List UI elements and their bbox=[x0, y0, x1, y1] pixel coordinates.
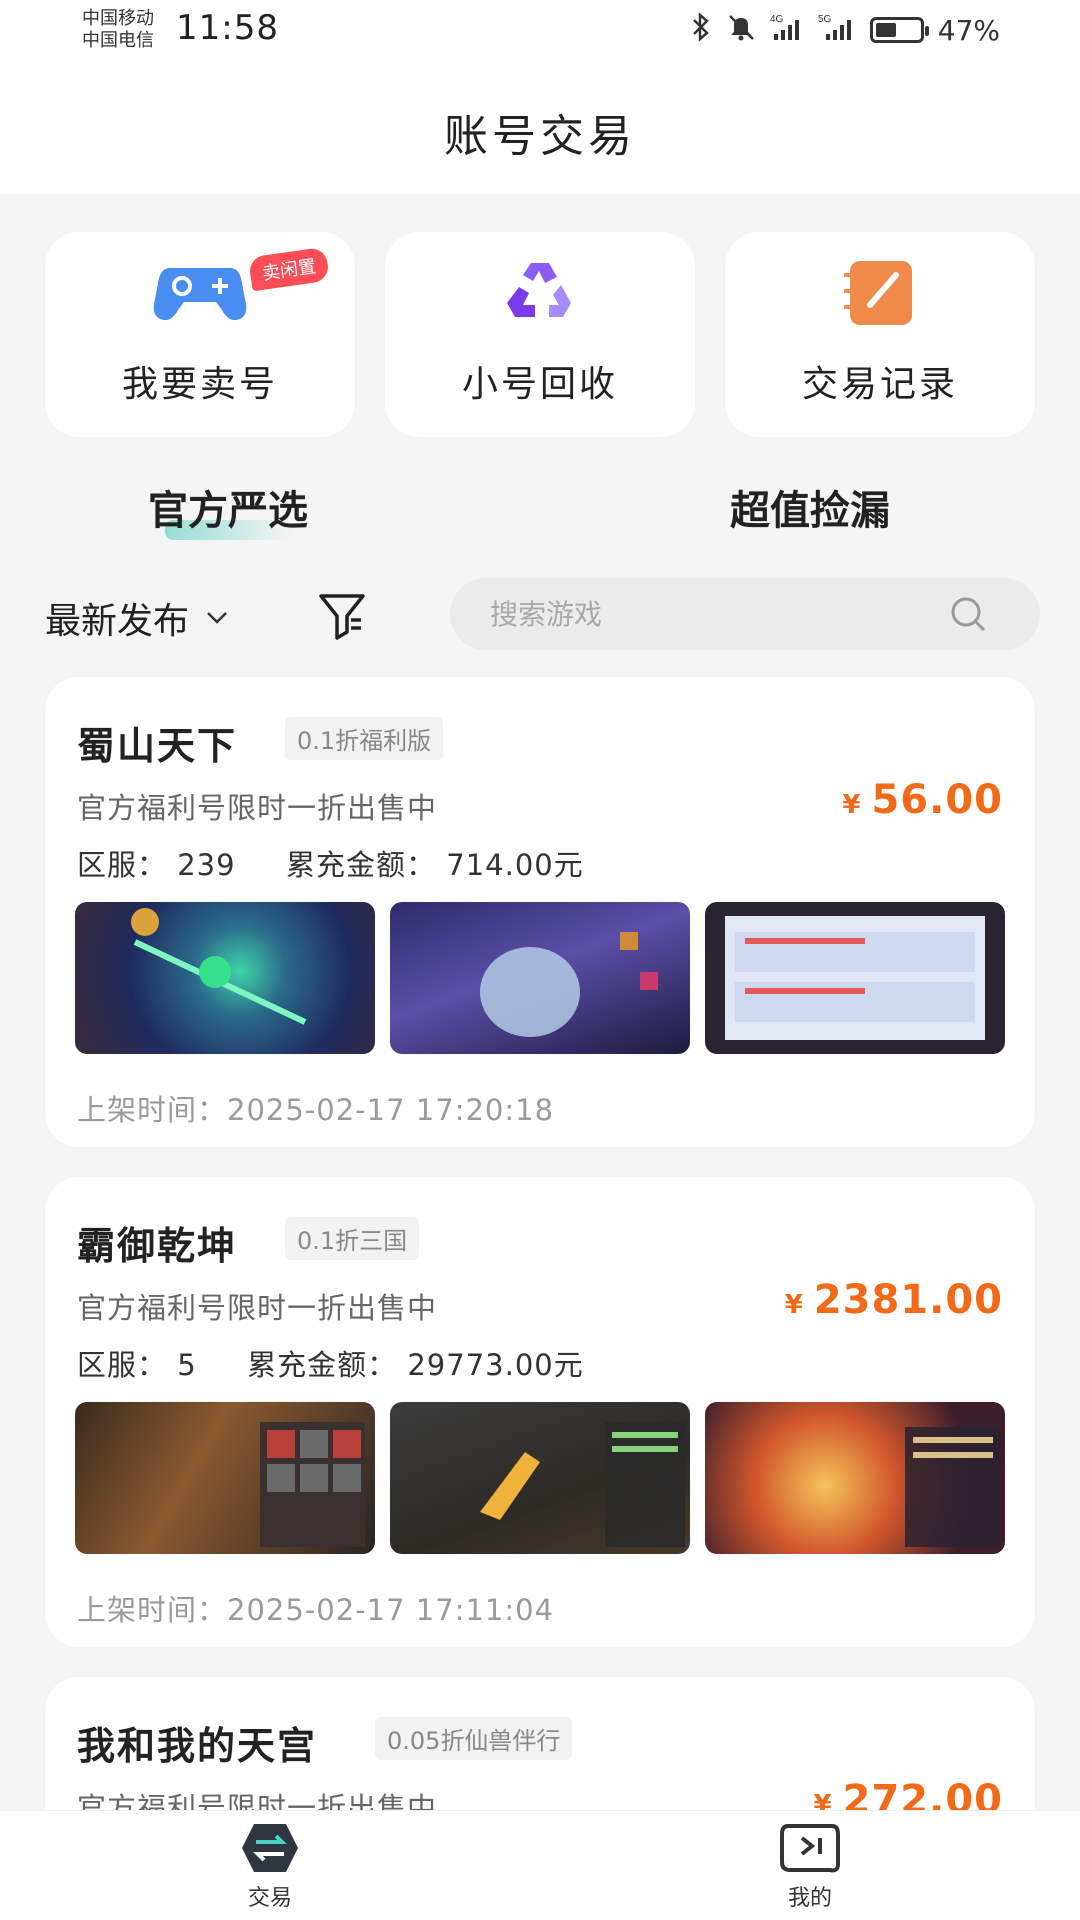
search-input[interactable] bbox=[490, 597, 930, 631]
screenshot-gallery bbox=[75, 1402, 1005, 1554]
game-screenshot[interactable] bbox=[390, 902, 690, 1054]
profile-chat-icon bbox=[778, 1820, 842, 1876]
price: ¥2381.00 bbox=[785, 1277, 1003, 1323]
listing-time: 上架时间：2025-02-17 17:20:18 bbox=[77, 1087, 554, 1129]
listing-meta: 区服： 239 累充金额： 714.00元 bbox=[77, 842, 584, 884]
version-tag: 0.05折仙兽伴行 bbox=[375, 1717, 573, 1760]
carrier-names: 中国移动 中国电信 bbox=[82, 8, 154, 52]
sell-idle-badge: 卖闲置 bbox=[248, 246, 330, 292]
battery-icon bbox=[869, 17, 929, 43]
svg-text:5G: 5G bbox=[818, 14, 832, 25]
version-tag: 0.1折三国 bbox=[285, 1217, 420, 1260]
game-screenshot[interactable] bbox=[75, 902, 375, 1054]
listing-description: 官方福利号限时一折出售中 bbox=[77, 791, 438, 825]
carrier-1: 中国移动 bbox=[82, 8, 154, 29]
currency-symbol: ¥ bbox=[784, 1290, 804, 1320]
price: ¥56.00 bbox=[842, 777, 1003, 823]
recycle-account-label: 小号回收 bbox=[461, 364, 618, 405]
version-tag: 0.1折福利版 bbox=[285, 717, 444, 760]
trade-records-label: 交易记录 bbox=[801, 364, 958, 405]
carrier-2: 中国电信 bbox=[82, 30, 154, 51]
sort-label: 最新发布 bbox=[45, 601, 190, 642]
trade-records-tile[interactable]: 交易记录 bbox=[725, 232, 1035, 437]
signal-4g-icon: 4G bbox=[770, 12, 804, 48]
nav-trade-label: 交易 bbox=[247, 1885, 292, 1911]
signal-5g-icon: 5G bbox=[818, 12, 856, 48]
chevron-down-icon bbox=[205, 603, 229, 633]
battery-percent: 47% bbox=[937, 13, 1000, 47]
game-name: 霸御乾坤 bbox=[77, 1224, 238, 1268]
listing-tabs: 官方严选 超值捡漏 bbox=[0, 470, 1080, 540]
listing-card[interactable]: 霸御乾坤 0.1折三国 官方福利号限时一折出售中 ¥2381.00 区服： 5 … bbox=[45, 1177, 1035, 1647]
filter-row: 最新发布 bbox=[45, 578, 1040, 650]
game-screenshot[interactable] bbox=[390, 1402, 690, 1554]
server-value: 239 bbox=[177, 848, 236, 882]
status-time: 11:58 bbox=[176, 8, 279, 48]
quick-actions: 卖闲置 我要卖号 小号回收 交易记录 bbox=[45, 232, 1035, 437]
filter-funnel-icon[interactable] bbox=[315, 588, 369, 642]
sell-account-tile[interactable]: 卖闲置 我要卖号 bbox=[45, 232, 355, 437]
time-label: 上架时间： bbox=[77, 1093, 228, 1127]
search-box bbox=[450, 578, 1040, 650]
gamepad-icon bbox=[150, 253, 250, 333]
page-title: 账号交易 bbox=[444, 111, 636, 162]
tab-official-selection[interactable]: 官方严选 bbox=[148, 478, 308, 536]
screenshot-gallery bbox=[75, 902, 1005, 1054]
game-name: 我和我的天宫 bbox=[77, 1724, 318, 1768]
time-value: 2025-02-17 17:20:18 bbox=[227, 1093, 555, 1127]
nav-profile-label: 我的 bbox=[787, 1885, 832, 1911]
game-screenshot[interactable] bbox=[75, 1402, 375, 1554]
sell-account-label: 我要卖号 bbox=[121, 364, 278, 405]
recharge-label: 累充金额： bbox=[247, 1348, 398, 1382]
game-screenshot[interactable] bbox=[705, 902, 1005, 1054]
sort-dropdown[interactable]: 最新发布 bbox=[45, 592, 229, 644]
bottom-nav: 交易 我的 bbox=[0, 1810, 1080, 1920]
search-icon[interactable] bbox=[948, 594, 988, 634]
recharge-value: 29773.00元 bbox=[407, 1348, 584, 1382]
recharge-label: 累充金额： bbox=[286, 848, 437, 882]
listing-description: 官方福利号限时一折出售中 bbox=[77, 1291, 438, 1325]
server-value: 5 bbox=[177, 1348, 197, 1382]
server-label: 区服： bbox=[77, 1348, 168, 1382]
recharge-value: 714.00元 bbox=[446, 848, 584, 882]
price-value: 2381.00 bbox=[813, 1277, 1003, 1323]
time-label: 上架时间： bbox=[77, 1593, 228, 1627]
listing-card[interactable]: 蜀山天下 0.1折福利版 官方福利号限时一折出售中 ¥56.00 区服： 239… bbox=[45, 677, 1035, 1147]
time-value: 2025-02-17 17:11:04 bbox=[227, 1593, 555, 1627]
recycle-account-tile[interactable]: 小号回收 bbox=[385, 232, 695, 437]
svg-text:4G: 4G bbox=[770, 14, 784, 25]
recycle-icon bbox=[490, 253, 590, 333]
exchange-icon bbox=[238, 1820, 302, 1876]
currency-symbol: ¥ bbox=[842, 790, 862, 820]
price-value: 56.00 bbox=[871, 777, 1003, 823]
status-bar: 中国移动 中国电信 11:58 4G 5G 47% bbox=[0, 0, 1080, 70]
game-screenshot[interactable] bbox=[705, 1402, 1005, 1554]
app-header: 账号交易 bbox=[0, 70, 1080, 194]
mute-icon bbox=[726, 12, 756, 48]
listing-meta: 区服： 5 累充金额： 29773.00元 bbox=[77, 1342, 584, 1384]
nav-trade[interactable]: 交易 bbox=[0, 1811, 540, 1920]
listing-time: 上架时间：2025-02-17 17:11:04 bbox=[77, 1587, 554, 1629]
status-icons: 4G 5G 47% bbox=[690, 12, 1000, 48]
tab-bargain-deals[interactable]: 超值捡漏 bbox=[730, 478, 890, 536]
bluetooth-icon bbox=[690, 12, 712, 48]
note-pencil-icon bbox=[830, 253, 930, 333]
nav-profile[interactable]: 我的 bbox=[540, 1811, 1080, 1920]
server-label: 区服： bbox=[77, 848, 168, 882]
game-name: 蜀山天下 bbox=[77, 724, 238, 768]
